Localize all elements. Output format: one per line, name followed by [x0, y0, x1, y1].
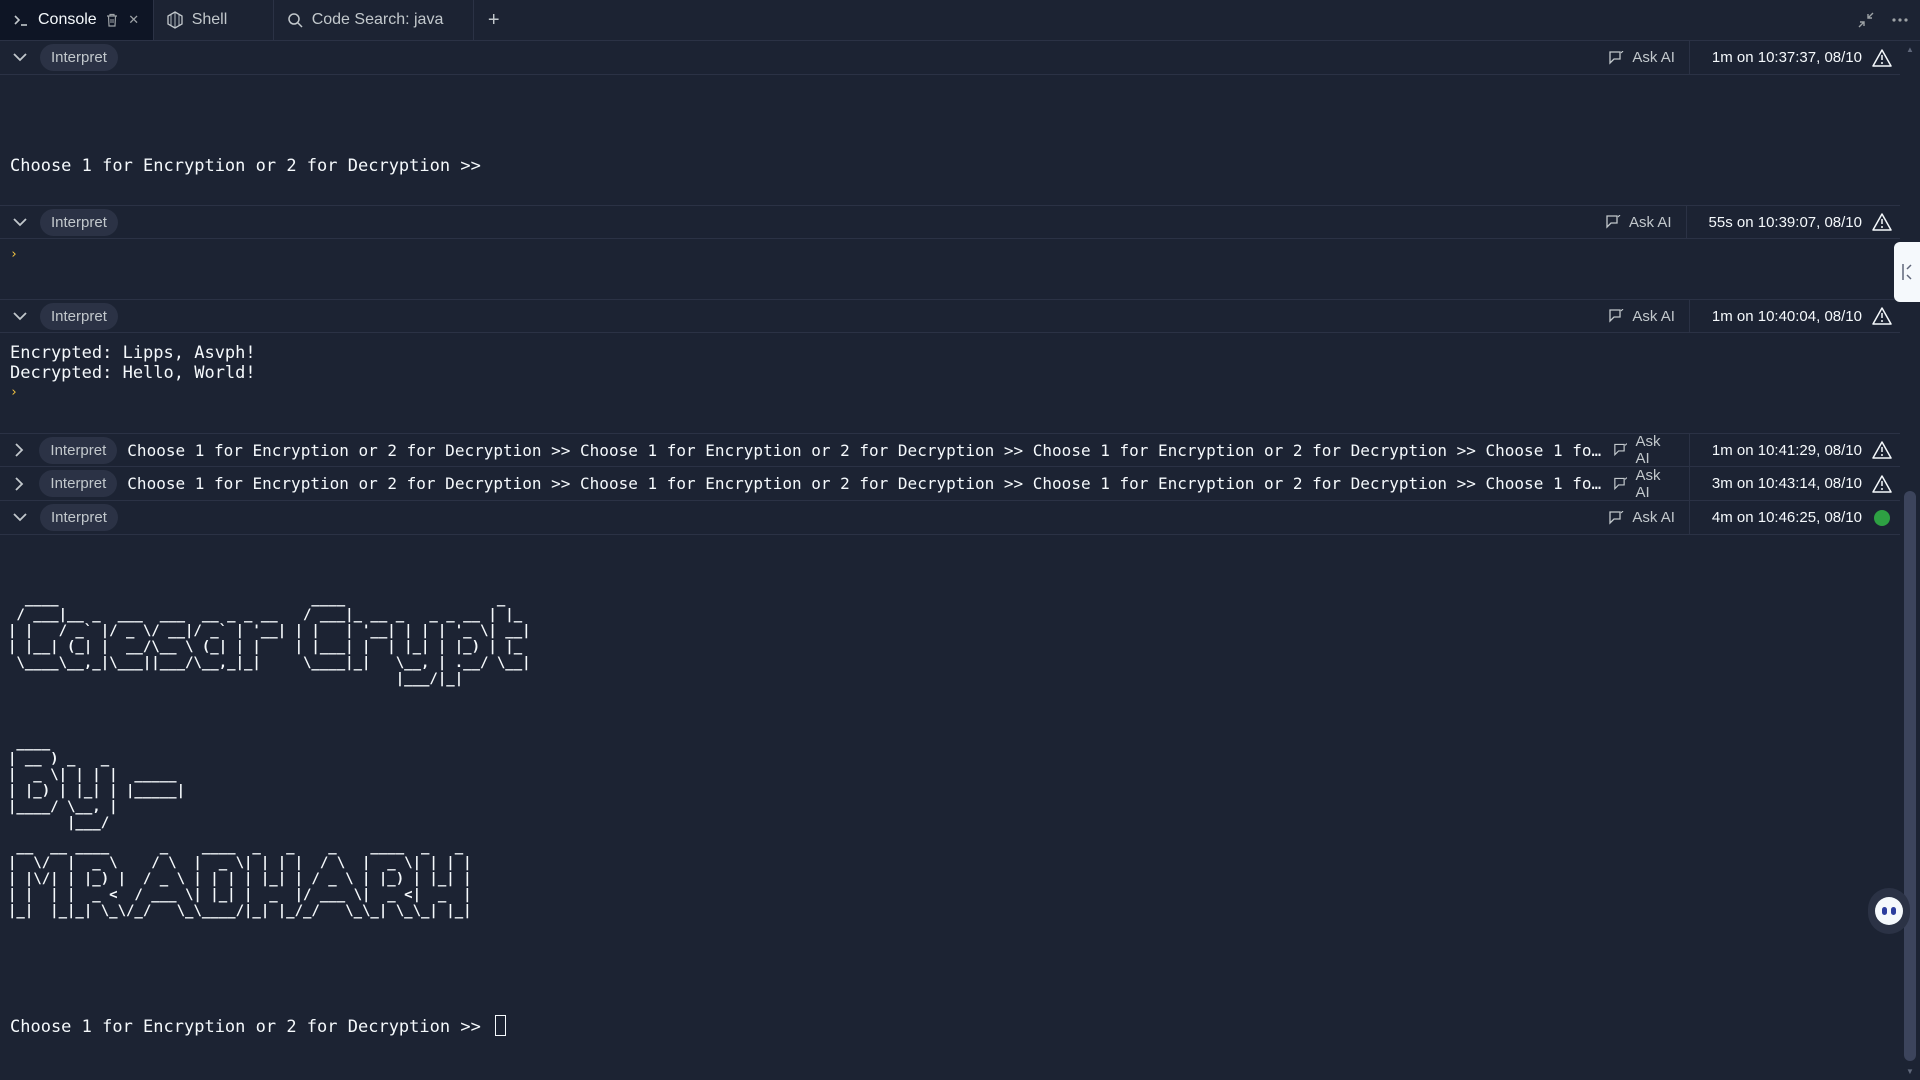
prompt-marker: › — [10, 247, 18, 262]
ascii-banner-name: __ __ ____ _ ____ _ _ _ ____ _ _ | \/ | … — [8, 839, 472, 919]
tab-shell-label: Shell — [191, 11, 228, 28]
ask-ai-icon — [1609, 309, 1624, 323]
ask-ai-label: Ask AI — [1635, 433, 1661, 467]
tab-bar: Console ✕ Shell Code Search: java + — [0, 0, 1920, 41]
ask-ai-button[interactable]: Ask AI — [1598, 501, 1690, 534]
tab-console[interactable]: Console ✕ — [0, 0, 154, 40]
warning-icon — [1872, 474, 1892, 494]
scrollbar-thumb[interactable] — [1904, 491, 1916, 1061]
collapsed-output-summary[interactable]: Choose 1 for Encryption or 2 for Decrypt… — [127, 441, 1602, 460]
interpret-button[interactable]: Interpret — [40, 302, 118, 330]
decrypted-output: Decrypted: Hello, World! — [10, 363, 256, 383]
entry-timestamp: 1m on 10:41:29, 08/10 — [1711, 441, 1862, 459]
tab-code-search[interactable]: Code Search: java — [274, 0, 474, 40]
ask-ai-icon — [1613, 476, 1627, 490]
minimize-icon[interactable] — [1858, 12, 1874, 28]
warning-icon — [1872, 306, 1892, 326]
text-cursor[interactable] — [494, 1015, 506, 1036]
console-prompt-text: Choose 1 for Encryption or 2 for Decrypt… — [10, 156, 481, 176]
entry-timestamp: 1m on 10:37:37, 08/10 — [1711, 49, 1862, 66]
chevron-down-icon[interactable] — [0, 311, 40, 321]
ask-ai-icon — [1609, 510, 1624, 525]
ask-ai-label: Ask AI — [1629, 213, 1672, 231]
warning-icon — [1872, 440, 1892, 460]
ask-ai-label: Ask AI — [1632, 509, 1675, 526]
ascii-banner-title: ____ ____ _ / ___|__ _ ___ ___ __ _ _ __… — [8, 591, 531, 687]
ask-ai-button[interactable]: Ask AI — [1603, 466, 1690, 501]
scroll-down-arrow-icon[interactable]: ▼ — [1906, 1067, 1914, 1076]
terminal-icon — [12, 11, 30, 29]
success-status-icon — [1872, 508, 1892, 528]
chevron-down-icon[interactable] — [0, 53, 40, 62]
shell-icon — [166, 11, 184, 29]
ai-assistant-button[interactable] — [1868, 888, 1910, 934]
ask-ai-label: Ask AI — [1635, 466, 1661, 501]
console-prompt-text: Choose 1 for Encryption or 2 for Decrypt… — [10, 1017, 481, 1037]
warning-icon — [1872, 212, 1892, 232]
drag-handle-icon — [1902, 264, 1912, 280]
ai-assistant-icon — [1875, 897, 1903, 925]
search-icon — [286, 11, 304, 29]
console-output: Interpret Ask AI 1m on 10:37:37, 08/10 C… — [0, 41, 1900, 1080]
ascii-banner-by: ____ | __ ) _ _ | _ \| | | | _____ | |_)… — [8, 735, 186, 831]
warning-icon — [1872, 48, 1892, 68]
interpret-button[interactable]: Interpret — [40, 504, 118, 531]
console-entry-header-collapsed: Interpret Choose 1 for Encryption or 2 f… — [0, 467, 1900, 501]
interpret-button[interactable]: Interpret — [40, 44, 118, 71]
entry-timestamp: 3m on 10:43:14, 08/10 — [1711, 475, 1862, 492]
close-icon[interactable]: ✕ — [127, 12, 141, 27]
ask-ai-icon — [1606, 215, 1621, 229]
encrypted-output: Encrypted: Lipps, Asvph! — [10, 343, 256, 363]
ask-ai-icon — [1613, 443, 1627, 457]
interpret-button[interactable]: Interpret — [39, 470, 118, 497]
prompt-marker: › — [10, 385, 18, 400]
chevron-right-icon[interactable] — [0, 443, 39, 457]
interpret-button[interactable]: Interpret — [40, 208, 118, 236]
side-panel-handle[interactable] — [1894, 242, 1920, 302]
tab-shell[interactable]: Shell — [154, 0, 274, 40]
ask-ai-label: Ask AI — [1632, 49, 1675, 66]
ask-ai-button[interactable]: Ask AI — [1598, 41, 1690, 74]
ask-ai-button[interactable]: Ask AI — [1598, 300, 1690, 332]
ask-ai-button[interactable]: Ask AI — [1603, 433, 1690, 467]
chevron-down-icon[interactable] — [0, 513, 40, 522]
chevron-right-icon[interactable] — [0, 476, 39, 491]
entry-timestamp: 4m on 10:46:25, 08/10 — [1711, 509, 1862, 526]
ask-ai-label: Ask AI — [1632, 307, 1675, 325]
chevron-down-icon[interactable] — [0, 217, 40, 227]
tab-code-search-label: Code Search: java — [311, 11, 444, 28]
console-entry-header-collapsed: Interpret Choose 1 for Encryption or 2 f… — [0, 433, 1900, 467]
interpret-button[interactable]: Interpret — [39, 436, 118, 464]
tab-console-label: Console — [38, 11, 97, 28]
collapsed-output-summary[interactable]: Choose 1 for Encryption or 2 for Decrypt… — [127, 474, 1602, 493]
more-options-icon[interactable] — [1892, 18, 1908, 22]
console-entry-header: Interpret Ask AI 1m on 10:40:04, 08/10 — [0, 299, 1900, 333]
entry-timestamp: 55s on 10:39:07, 08/10 — [1708, 213, 1862, 231]
scroll-up-arrow-icon[interactable]: ▲ — [1906, 45, 1914, 54]
console-entry-header: Interpret Ask AI 55s on 10:39:07, 08/10 — [0, 205, 1900, 239]
ask-ai-icon — [1609, 50, 1624, 65]
ask-ai-button[interactable]: Ask AI — [1595, 206, 1687, 238]
console-entry-header: Interpret Ask AI 1m on 10:37:37, 08/10 — [0, 41, 1900, 75]
entry-timestamp: 1m on 10:40:04, 08/10 — [1711, 307, 1862, 325]
add-tab-button[interactable]: + — [474, 0, 514, 40]
console-entry-header: Interpret Ask AI 4m on 10:46:25, 08/10 — [0, 501, 1900, 535]
trash-icon[interactable] — [105, 13, 119, 27]
